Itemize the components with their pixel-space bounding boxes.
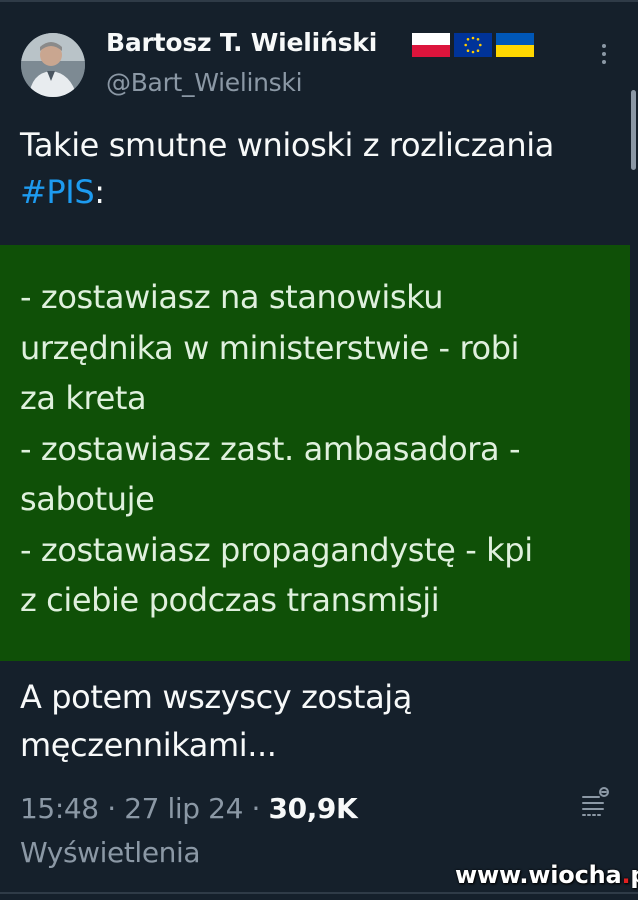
scrollbar[interactable] xyxy=(631,90,636,170)
tweet-text: Takie smutne wnioski z rozliczania #PIS: xyxy=(20,122,620,216)
quote-line: z ciebie podczas transmisji xyxy=(20,581,440,619)
quote-line: - zostawiasz propagandystę - kpi xyxy=(20,530,533,569)
meta-separator: · xyxy=(243,792,269,825)
meta-separator: · xyxy=(98,792,125,825)
tweet-text-line: męczennikami... xyxy=(20,726,277,764)
tweet-text-line: Takie smutne wnioski z rozliczania xyxy=(20,126,554,164)
quote-line: za kreta xyxy=(20,379,147,417)
quote-line: - zostawiasz na stanowisku xyxy=(20,278,444,316)
ukraine-flag-icon xyxy=(496,33,534,57)
watermark-suffix: pl xyxy=(630,861,638,889)
views-count: 30,9K xyxy=(268,792,358,825)
author-handle[interactable]: @Bart_Wielinski xyxy=(106,68,303,97)
bottom-divider xyxy=(0,892,638,894)
author-name[interactable]: Bartosz T. Wieliński xyxy=(106,28,377,57)
quote-line: sabotuje xyxy=(20,480,155,518)
tweet-meta: 15:48 · 27 lip 24 · 30,9K xyxy=(20,792,358,825)
site-watermark: www.wiocha.pl xyxy=(455,861,638,889)
quote-line: urzędnika w ministerstwie - robi xyxy=(20,328,520,367)
avatar[interactable] xyxy=(21,33,85,97)
views-label: Wyświetlenia xyxy=(20,836,201,869)
hashtag-link[interactable]: #PIS xyxy=(20,173,95,211)
tweet-header: Bartosz T. Wieliński @Bart_Wielinski xyxy=(0,0,638,110)
tweet-text-line: A potem wszyscy zostają xyxy=(20,678,412,716)
more-options-icon[interactable] xyxy=(596,44,612,74)
quote-line: - zostawiasz zast. ambasadora - xyxy=(20,429,521,468)
watermark-prefix: www.wiocha xyxy=(455,861,622,889)
quote-text: - zostawiasz na stanowisku urzędnika w m… xyxy=(20,272,620,626)
eu-flag-icon xyxy=(454,33,492,57)
tweet-date[interactable]: 27 lip 24 xyxy=(124,792,243,825)
tweet-text-continuation: A potem wszyscy zostają męczennikami... xyxy=(20,673,620,769)
analytics-icon[interactable] xyxy=(580,786,610,822)
flag-emojis xyxy=(412,33,534,57)
hashtag-suffix: : xyxy=(94,173,105,211)
poland-flag-icon xyxy=(412,33,450,57)
tweet-time[interactable]: 15:48 xyxy=(20,792,99,825)
avatar-image xyxy=(21,33,85,97)
